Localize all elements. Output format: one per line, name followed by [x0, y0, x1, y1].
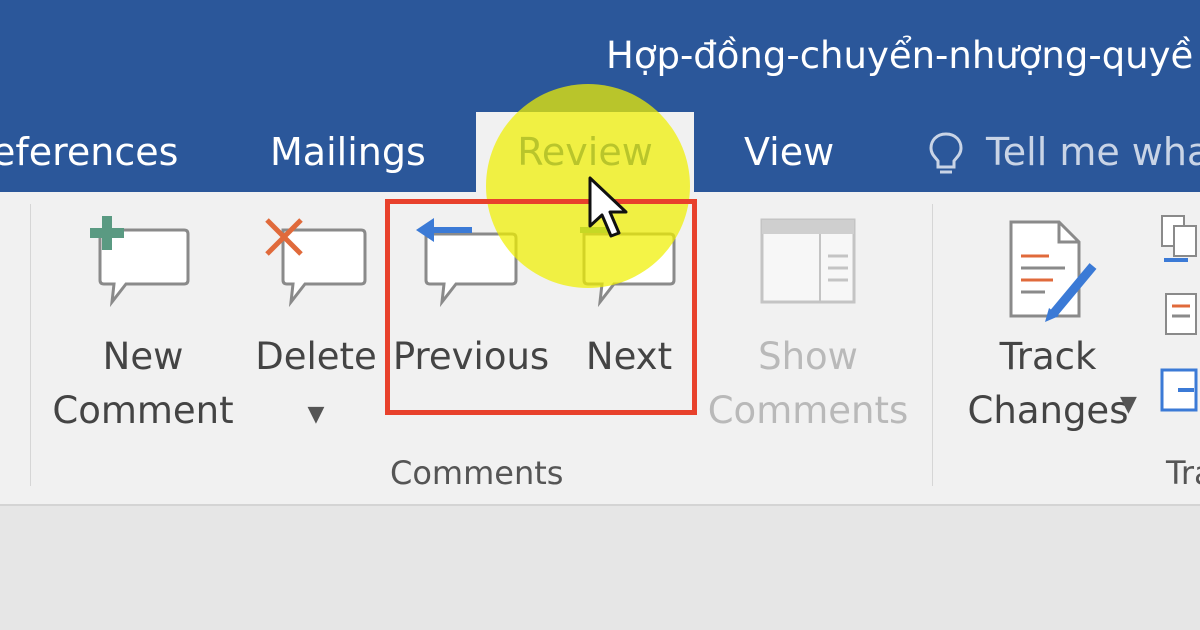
track-changes-label: Track Changes — [967, 335, 1129, 432]
tab-mailings[interactable]: Mailings — [270, 112, 426, 192]
tell-me-search[interactable]: Tell me wha — [986, 112, 1200, 192]
next-comment-icon — [580, 227, 676, 308]
new-comment-icon — [90, 216, 190, 308]
new-comment-button[interactable]: New Comment — [48, 192, 238, 442]
ribbon-review: New Comment Delete ▼ Previous Next Show … — [0, 192, 1200, 506]
previous-comment-button[interactable]: Previous — [390, 192, 552, 442]
next-comment-label: Next — [585, 335, 673, 378]
delete-comment-button[interactable]: Delete ▼ — [246, 192, 386, 442]
comments-group-label: Comments — [390, 454, 564, 492]
compare-icon[interactable] — [1158, 212, 1200, 266]
delete-comment-icon — [265, 218, 367, 308]
ribbon-tab-bar: eferences Mailings Review View Tell me w… — [0, 112, 1200, 192]
show-comments-label: Show Comments — [707, 335, 909, 432]
group-separator — [932, 204, 933, 486]
show-comments-button[interactable]: Show Comments — [706, 192, 910, 442]
next-comment-button[interactable]: Next — [556, 192, 702, 442]
track-changes-icon — [1009, 220, 1097, 322]
chevron-down-icon: ▼ — [307, 402, 325, 427]
group-separator — [30, 204, 31, 486]
tab-references[interactable]: eferences — [0, 112, 178, 192]
track-changes-button[interactable]: Track Changes ▼ — [948, 192, 1148, 442]
title-bar: Hợp-đồng-chuyển-nhượng-quyề — [0, 0, 1200, 112]
previous-comment-icon — [416, 218, 518, 308]
lightbulb-icon — [929, 132, 963, 174]
delete-comment-label: Delete — [255, 335, 377, 378]
markup-icon[interactable] — [1162, 290, 1200, 340]
tab-review[interactable]: Review — [476, 112, 694, 192]
previous-comment-label: Previous — [392, 335, 550, 378]
document-title: Hợp-đồng-chuyển-nhượng-quyề — [606, 34, 1194, 77]
show-comments-icon — [760, 218, 856, 304]
tracking-group-label: Tra — [1166, 454, 1200, 492]
chevron-down-icon: ▼ — [1120, 392, 1137, 417]
new-comment-label: New Comment — [52, 335, 234, 432]
tab-view[interactable]: View — [744, 112, 834, 192]
reviewing-pane-icon[interactable] — [1158, 366, 1200, 416]
